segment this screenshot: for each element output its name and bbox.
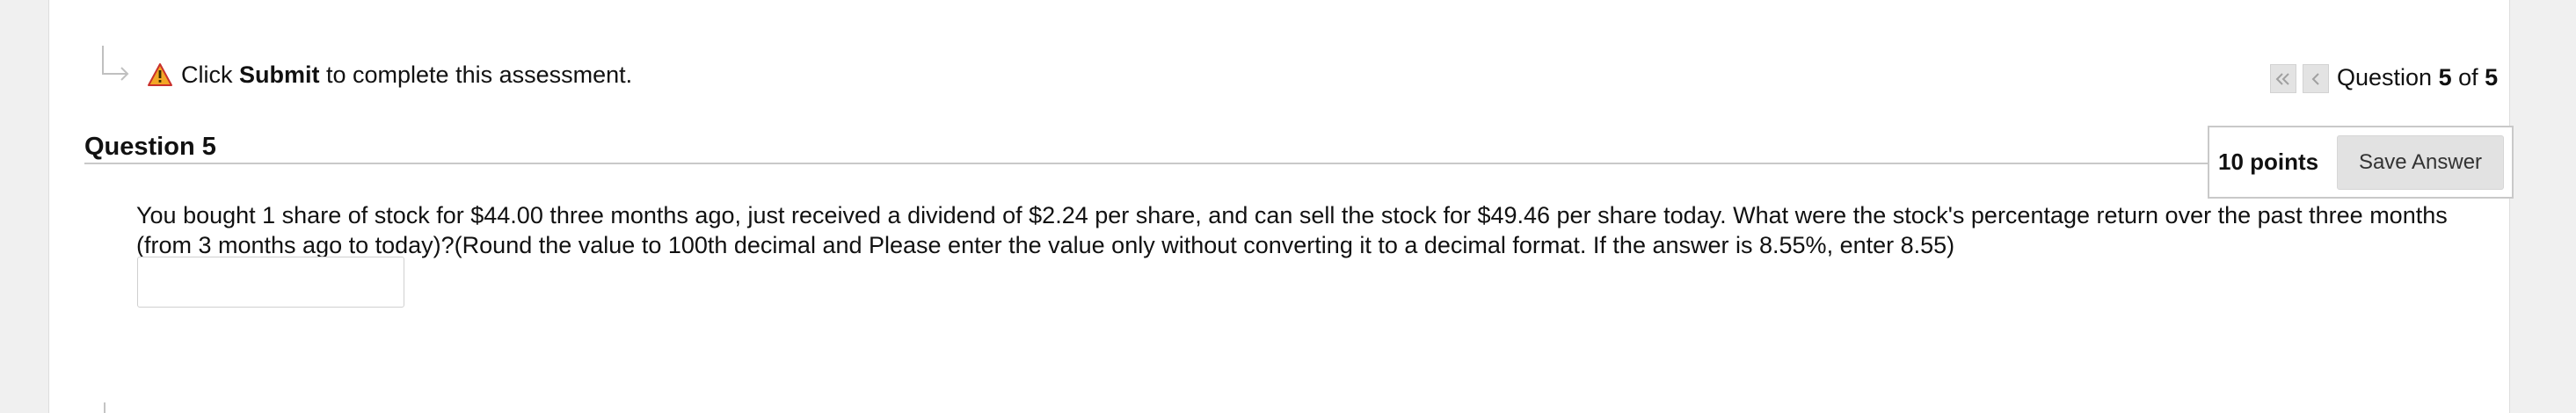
notice-prefix: Click xyxy=(181,62,239,88)
counter-current: 5 xyxy=(2438,64,2452,91)
warning-icon xyxy=(148,63,172,86)
question-points: 10 points xyxy=(2218,149,2319,175)
submit-notice: Click Submit to complete this assessment… xyxy=(181,60,632,90)
notice-submit-word: Submit xyxy=(239,62,320,88)
chevron-left-icon xyxy=(2311,72,2319,85)
corner-arrow-icon xyxy=(102,46,129,81)
connector-line xyxy=(104,402,106,413)
double-chevron-left-icon xyxy=(2275,72,2289,85)
question-divider xyxy=(84,163,2212,164)
save-answer-button[interactable]: Save Answer xyxy=(2337,135,2504,190)
notice-suffix: to complete this assessment. xyxy=(319,62,633,88)
counter-total: 5 xyxy=(2485,64,2499,91)
question-text: You bought 1 share of stock for $44.00 t… xyxy=(136,202,2448,258)
points-box: 10 points Save Answer xyxy=(2208,126,2514,199)
previous-question-button[interactable] xyxy=(2303,64,2329,93)
question-counter: Question 5 of 5 xyxy=(2337,62,2498,92)
counter-prefix: Question xyxy=(2337,64,2439,91)
question-title: Question 5 xyxy=(84,133,216,161)
first-question-button[interactable] xyxy=(2270,64,2296,93)
answer-input[interactable] xyxy=(137,257,404,308)
counter-separator: of xyxy=(2451,64,2485,91)
